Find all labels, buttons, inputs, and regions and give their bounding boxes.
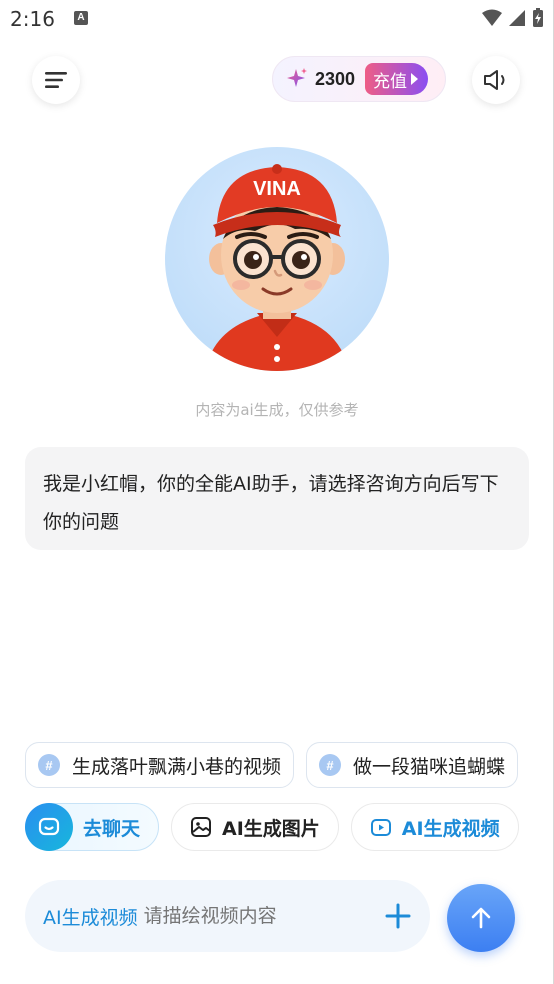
- menu-icon: [45, 72, 67, 88]
- menu-button[interactable]: [32, 56, 80, 104]
- ai-disclaimer: 内容为ai生成，仅供参考: [195, 401, 359, 419]
- arrow-up-icon: [471, 907, 491, 929]
- notification-app-icon: A: [74, 11, 88, 25]
- prompt-input-bar[interactable]: AI生成视频: [25, 880, 430, 952]
- video-icon: [370, 819, 391, 836]
- prompt-input[interactable]: [143, 905, 364, 927]
- hashtag-icon: #: [38, 754, 60, 776]
- send-button[interactable]: [447, 884, 515, 952]
- assistant-avatar: VINA: [165, 147, 389, 371]
- speaker-icon: [484, 70, 505, 90]
- suggestion-label: 生成落叶飘满小巷的视频: [72, 755, 282, 778]
- tab-chat[interactable]: 去聊天: [25, 803, 160, 851]
- suggestion-chip[interactable]: # 生成落叶飘满小巷的视频: [25, 742, 295, 788]
- play-arrow-icon: [411, 73, 419, 85]
- chat-icon: [25, 803, 73, 851]
- status-time: 2:16: [10, 7, 55, 31]
- credits-pill[interactable]: 2300 充值: [272, 56, 446, 102]
- image-icon: [191, 817, 212, 837]
- tab-label: 去聊天: [83, 817, 141, 840]
- wifi-icon: [482, 9, 502, 26]
- cellular-signal-icon: [509, 10, 525, 26]
- hashtag-icon: #: [319, 754, 342, 776]
- sparkle-icon: [287, 68, 307, 87]
- suggestion-chip[interactable]: # 做一段猫咪追蝴蝶: [306, 742, 519, 788]
- tab-ai-video[interactable]: AI生成视频: [350, 803, 519, 851]
- status-bar: 2:16 A: [0, 0, 554, 38]
- mode-tabs: 去聊天 AI生成图片 AI生成视频: [25, 803, 554, 853]
- recharge-label: 充值: [373, 71, 408, 92]
- battery-charging-icon: [533, 8, 543, 27]
- tab-label: AI生成图片: [222, 817, 320, 840]
- credits-count: 2300: [315, 68, 356, 89]
- recharge-button[interactable]: 充值: [365, 63, 429, 95]
- tab-ai-image[interactable]: AI生成图片: [171, 803, 339, 851]
- suggestion-list: # 生成落叶飘满小巷的视频 # 做一段猫咪追蝴蝶: [25, 742, 554, 790]
- tab-label: AI生成视频: [401, 817, 500, 840]
- suggestion-label: 做一段猫咪追蝴蝶: [353, 755, 506, 778]
- cap-text: VINA: [253, 178, 301, 200]
- status-icons: [482, 8, 544, 28]
- sound-button[interactable]: [472, 56, 520, 104]
- assistant-message: 我是小红帽，你的全能AI助手，请选择咨询方向后写下你的问题: [25, 447, 529, 550]
- plus-icon[interactable]: [384, 902, 412, 930]
- assistant-avatar-illustration: VINA: [205, 164, 349, 371]
- input-mode-label: AI生成视频: [43, 906, 138, 929]
